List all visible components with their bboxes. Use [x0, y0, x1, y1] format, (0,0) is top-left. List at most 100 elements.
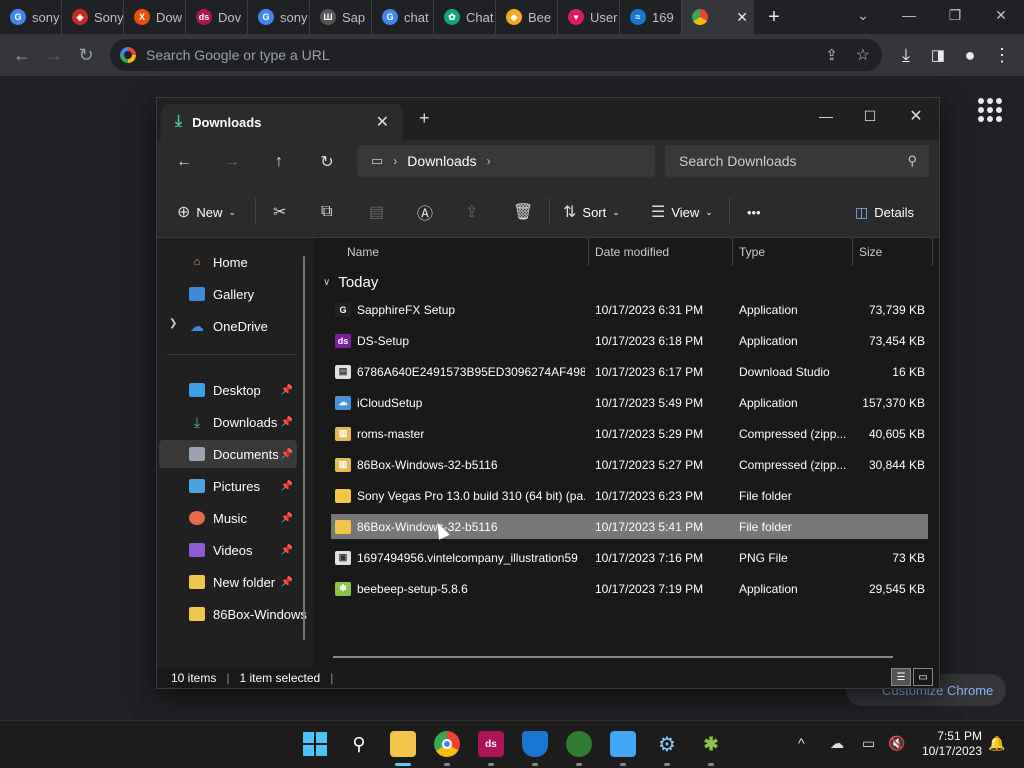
address-bar[interactable]: ▭ › Downloads ›: [357, 145, 655, 177]
forward-icon[interactable]: →: [38, 39, 70, 71]
minimize-icon[interactable]: —: [886, 0, 932, 30]
apps-grid-icon[interactable]: [978, 98, 1002, 122]
nav-desktop[interactable]: Desktop 📌: [159, 376, 297, 404]
notification-bell-icon[interactable]: 🔔: [988, 735, 1005, 752]
file-name-cell[interactable]: Sony Vegas Pro 13.0 build 310 (64 bit) (…: [335, 483, 585, 508]
tiles-view-icon[interactable]: ▭: [913, 668, 933, 686]
browser-tab[interactable]: ds Dov: [186, 0, 248, 34]
details-view-icon[interactable]: ☰: [891, 668, 911, 686]
browser-tab[interactable]: X Dow: [124, 0, 186, 34]
column-divider[interactable]: [588, 238, 589, 266]
clock[interactable]: 7:51 PM 10/17/2023: [918, 729, 982, 759]
profile-icon[interactable]: ●: [954, 39, 986, 71]
back-icon[interactable]: ←: [6, 39, 38, 71]
file-row[interactable]: G SapphireFX Setup 10/17/2023 6:31 PM Appli…: [331, 297, 928, 322]
file-name-cell[interactable]: ✱ beebeep-setup-5.8.6: [335, 576, 585, 601]
file-row[interactable]: ▤ 6786A640E2491573B95ED3096274AF49805... 1…: [331, 359, 928, 384]
side-panel-icon[interactable]: ◨: [922, 39, 954, 71]
omnibox[interactable]: Search Google or type a URL ⇪ ☆: [110, 39, 882, 71]
search-icon[interactable]: ⚲: [346, 731, 372, 757]
browser-tab[interactable]: Ш Sap: [310, 0, 372, 34]
nav-onedrive[interactable]: ☁ OneDrive: [159, 312, 297, 340]
column-divider[interactable]: [932, 238, 933, 266]
file-row[interactable]: ▥ 86Box-Windows-32-b5116 10/17/2023 5:27 P…: [331, 452, 928, 477]
active-browser-tab[interactable]: ✕: [682, 0, 754, 34]
chrome-icon[interactable]: [434, 731, 460, 757]
column-divider[interactable]: [852, 238, 853, 266]
refresh-icon[interactable]: ↻: [312, 148, 342, 176]
bookmark-star-icon[interactable]: ☆: [856, 45, 870, 65]
explorer-minimize-icon[interactable]: —: [803, 102, 849, 130]
file-name-cell[interactable]: ☁ iCloudSetup: [335, 390, 585, 415]
file-name-cell[interactable]: ▥ 86Box-Windows-32-b5116: [335, 452, 585, 477]
view-button[interactable]: ☰ View ⌄: [651, 198, 713, 226]
nav-downloads[interactable]: ⤓ Downloads 📌: [159, 408, 297, 436]
nav-scrollbar[interactable]: [303, 256, 305, 640]
rename-button[interactable]: Ⓐ: [417, 198, 433, 226]
back-icon[interactable]: ←: [169, 148, 199, 176]
file-name-cell[interactable]: ▣ 1697494956.vintelcompany_illustration59: [335, 545, 585, 570]
nav-home[interactable]: ⌂ Home: [159, 248, 297, 276]
browser-tab[interactable]: ≈169: [620, 0, 682, 34]
restore-icon[interactable]: ❐: [932, 0, 978, 30]
paste-button[interactable]: ▤: [369, 198, 384, 226]
cut-button[interactable]: ✂: [273, 198, 286, 226]
nav-videos[interactable]: Videos 📌: [159, 536, 297, 564]
explorer-close-icon[interactable]: ✕: [893, 102, 939, 130]
file-name-cell[interactable]: ▥ roms-master: [335, 421, 585, 446]
explorer-tab-downloads[interactable]: ⤓ Downloads ✕: [161, 104, 403, 140]
column-header-size[interactable]: Size: [859, 238, 882, 266]
nav-music[interactable]: Music 📌: [159, 504, 297, 532]
file-explorer-icon[interactable]: [390, 731, 416, 757]
new-tab-button[interactable]: +: [754, 0, 794, 34]
explorer-maximize-icon[interactable]: ☐: [847, 102, 893, 130]
chevron-up-icon[interactable]: ^: [798, 735, 805, 751]
browser-tab[interactable]: ◈ Sony: [62, 0, 124, 34]
file-row[interactable]: 86Box-Windows-32-b5116 10/17/2023 5:41 PM…: [331, 514, 928, 539]
settings-gear-icon[interactable]: ⚙: [654, 731, 680, 757]
file-row[interactable]: ds DS-Setup 10/17/2023 6:18 PM Application 7…: [331, 328, 928, 353]
download-studio-icon[interactable]: ds: [478, 731, 504, 757]
details-button[interactable]: ◫ Details: [855, 198, 914, 226]
file-name-cell[interactable]: 86Box-Windows-32-b5116: [335, 514, 585, 539]
share-button[interactable]: ⇪: [465, 198, 478, 226]
close-icon[interactable]: ✕: [978, 0, 1024, 30]
browser-tab[interactable]: ✿ Chat: [434, 0, 496, 34]
shield-icon[interactable]: [522, 731, 548, 757]
up-icon[interactable]: ↑: [264, 148, 294, 176]
search-input[interactable]: Search Downloads ⚲: [665, 145, 929, 177]
beebeep-icon[interactable]: ✱: [698, 731, 724, 757]
file-name-cell[interactable]: G SapphireFX Setup: [335, 297, 585, 322]
copy-button[interactable]: ⧉: [321, 198, 332, 226]
browser-tab[interactable]: ◆ Bee: [496, 0, 558, 34]
nav-pictures[interactable]: Pictures 📌: [159, 472, 297, 500]
column-header-date[interactable]: Date modified: [595, 238, 669, 266]
nav-new-folder[interactable]: New folder 📌: [159, 568, 297, 596]
delete-button[interactable]: 🗑: [513, 198, 533, 226]
file-row[interactable]: ✱ beebeep-setup-5.8.6 10/17/2023 7:19 PM Ap…: [331, 576, 928, 601]
nav-gallery[interactable]: Gallery: [159, 280, 297, 308]
new-button[interactable]: ⊕ New ⌄: [177, 198, 236, 226]
file-row[interactable]: Sony Vegas Pro 13.0 build 310 (64 bit) (…: [331, 483, 928, 508]
file-row[interactable]: ▣ 1697494956.vintelcompany_illustration59…: [331, 545, 928, 570]
column-header-type[interactable]: Type: [739, 238, 765, 266]
nav-documents[interactable]: Documents 📌: [159, 440, 297, 468]
download-icon[interactable]: ⤓: [890, 39, 922, 71]
globe-icon[interactable]: [566, 731, 592, 757]
nav-86box-windows[interactable]: 86Box-Windows: [159, 600, 309, 628]
speaker-muted-icon[interactable]: 🔇: [888, 735, 905, 752]
group-header[interactable]: ∨ Today: [323, 274, 378, 291]
forward-icon[interactable]: →: [217, 148, 247, 176]
more-options-button[interactable]: •••: [747, 198, 761, 226]
file-name-cell[interactable]: ds DS-Setup: [335, 328, 585, 353]
chevron-right-icon[interactable]: ›: [487, 154, 491, 168]
horizontal-scrollbar[interactable]: [333, 656, 893, 658]
column-divider[interactable]: [732, 238, 733, 266]
share-icon[interactable]: ⇪: [825, 46, 838, 64]
cloud-icon[interactable]: ☁: [830, 735, 844, 752]
close-tab-icon[interactable]: ✕: [376, 112, 389, 132]
monitor-icon[interactable]: ▭: [862, 735, 875, 752]
file-row[interactable]: ▥ roms-master 10/17/2023 5:29 PM Compressed…: [331, 421, 928, 446]
breadcrumb[interactable]: Downloads: [407, 153, 476, 169]
sort-button[interactable]: ⇅ Sort ⌄: [563, 198, 620, 226]
